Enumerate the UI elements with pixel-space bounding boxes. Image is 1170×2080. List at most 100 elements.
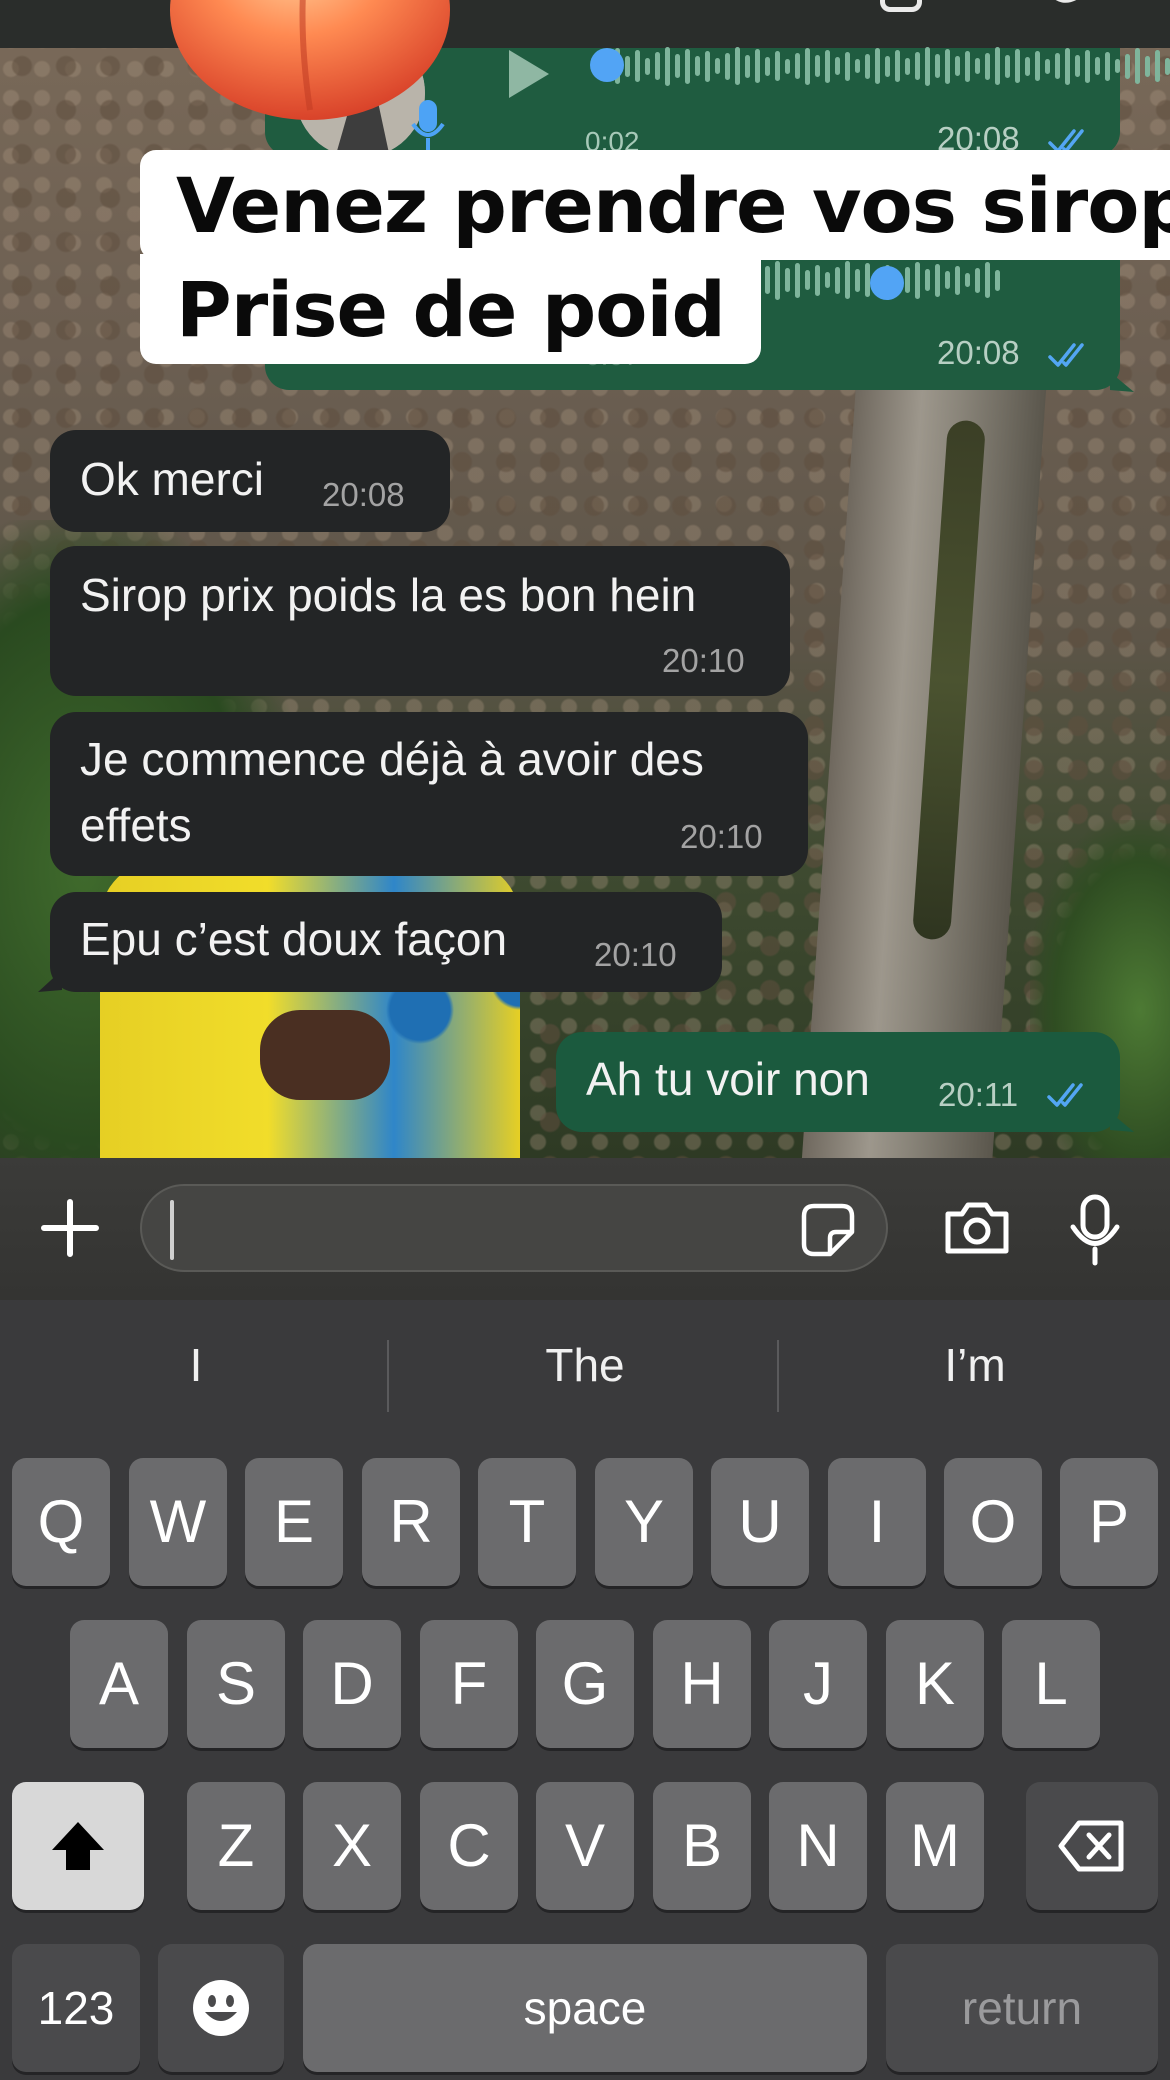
waveform-bar — [655, 52, 660, 80]
key-b[interactable]: B — [653, 1782, 751, 1910]
key-w[interactable]: W — [129, 1458, 227, 1586]
key-r[interactable]: R — [362, 1458, 460, 1586]
delete-key[interactable] — [1026, 1782, 1158, 1910]
key-z[interactable]: Z — [187, 1782, 285, 1910]
waveform-bar — [725, 52, 730, 80]
bubble-tail — [1110, 1112, 1134, 1132]
video-caption-overlay: Venez prendre vos sirop Prise de poid — [140, 150, 1170, 364]
waveform-bar — [855, 59, 860, 73]
message-time: 20:10 — [594, 936, 677, 973]
key-s[interactable]: S — [187, 1620, 285, 1748]
back-icon[interactable] — [28, 0, 68, 12]
key-q[interactable]: Q — [12, 1458, 110, 1586]
waveform-bar — [865, 53, 870, 79]
waveform-bar — [665, 46, 670, 86]
key-d[interactable]: D — [303, 1620, 401, 1748]
waveform-bar — [1105, 51, 1110, 81]
waveform-bar — [795, 53, 800, 79]
shift-key[interactable] — [12, 1782, 144, 1910]
waveform-bar — [945, 48, 950, 84]
suggestion-bar: I The I’m — [0, 1300, 1170, 1440]
suggestion-item[interactable]: I’m — [785, 1338, 1165, 1392]
waveform[interactable] — [595, 46, 1170, 86]
key-c[interactable]: C — [420, 1782, 518, 1910]
waveform-bar — [985, 52, 990, 80]
key-g[interactable]: G — [536, 1620, 634, 1748]
phone-call-icon[interactable] — [1040, 0, 1090, 14]
message-bubble[interactable]: Je commence déjà à avoir des effets 20:1… — [50, 712, 808, 876]
message-text: Je commence déjà à avoir des — [80, 733, 704, 785]
key-u[interactable]: U — [711, 1458, 809, 1586]
microphone-icon[interactable] — [1068, 1194, 1122, 1266]
waveform-bar — [635, 50, 640, 82]
waveform-bar — [735, 47, 740, 85]
read-receipt-icon — [1047, 1083, 1083, 1107]
divider — [777, 1340, 779, 1412]
key-l[interactable]: L — [1002, 1620, 1100, 1748]
waveform-bar — [935, 54, 940, 78]
key-k[interactable]: K — [886, 1620, 984, 1748]
key-f[interactable]: F — [420, 1620, 518, 1748]
numbers-key[interactable]: 123 — [12, 1944, 140, 2072]
waveform-bar — [685, 48, 690, 84]
message-bubble-outgoing[interactable]: Ah tu voir non 20:11 — [556, 1032, 1120, 1132]
key-x[interactable]: X — [303, 1782, 401, 1910]
playback-scrubber[interactable] — [590, 48, 624, 82]
emoji-icon — [193, 1980, 249, 2036]
message-bubble[interactable]: Ok merci 20:08 — [50, 430, 450, 532]
return-key[interactable]: return — [886, 1944, 1158, 2072]
waveform-bar — [715, 58, 720, 74]
waveform-bar — [805, 47, 810, 85]
message-bubble[interactable]: Epu c’est doux façon 20:10 — [50, 892, 722, 992]
waveform-bar — [925, 46, 930, 86]
waveform-bar — [1025, 56, 1030, 76]
key-h[interactable]: H — [653, 1620, 751, 1748]
sticker-icon[interactable] — [800, 1202, 856, 1258]
camera-icon[interactable] — [942, 1200, 1012, 1256]
key-e[interactable]: E — [245, 1458, 343, 1586]
key-p[interactable]: P — [1060, 1458, 1158, 1586]
waveform-bar — [1015, 49, 1020, 83]
suggestion-item[interactable]: I — [6, 1338, 386, 1392]
waveform-bar — [835, 57, 840, 75]
caption-line: Prise de poid — [140, 254, 761, 364]
key-i[interactable]: I — [828, 1458, 926, 1586]
waveform-bar — [1055, 53, 1060, 79]
key-o[interactable]: O — [944, 1458, 1042, 1586]
composer-bar — [0, 1158, 1170, 1300]
waveform-bar — [675, 54, 680, 78]
divider — [387, 1340, 389, 1412]
backspace-icon — [1058, 1820, 1124, 1872]
key-a[interactable]: A — [70, 1620, 168, 1748]
waveform-bar — [745, 54, 750, 78]
key-m[interactable]: M — [886, 1782, 984, 1910]
key-n[interactable]: N — [769, 1782, 867, 1910]
message-time: 20:10 — [662, 642, 745, 679]
message-bubble[interactable]: Sirop prix poids la es bon hein 20:10 — [50, 546, 790, 696]
waveform-bar — [645, 57, 650, 75]
bubble-tail — [1110, 372, 1134, 392]
waveform-bar — [995, 47, 1000, 85]
key-j[interactable]: J — [769, 1620, 867, 1748]
waveform-bar — [1085, 49, 1090, 83]
caption-line: Venez prendre vos sirop — [140, 150, 1170, 260]
waveform-bar — [785, 58, 790, 74]
space-key[interactable]: space — [303, 1944, 867, 2072]
key-y[interactable]: Y — [595, 1458, 693, 1586]
emoji-key[interactable] — [158, 1944, 284, 2072]
plus-icon[interactable] — [38, 1196, 102, 1260]
key-t[interactable]: T — [478, 1458, 576, 1586]
waveform-bar — [825, 49, 830, 83]
waveform-bar — [895, 50, 900, 82]
suggestion-item[interactable]: The — [395, 1338, 775, 1392]
waveform-bar — [815, 55, 820, 77]
message-input-field[interactable] — [140, 1184, 888, 1272]
video-call-icon[interactable] — [880, 0, 922, 12]
key-v[interactable]: V — [536, 1782, 634, 1910]
message-text: effets — [80, 799, 192, 851]
waveform-bar — [955, 56, 960, 76]
play-icon[interactable] — [497, 44, 557, 104]
waveform-bar — [755, 49, 760, 83]
message-input[interactable] — [170, 1198, 790, 1260]
shift-arrow-icon — [52, 1822, 104, 1870]
